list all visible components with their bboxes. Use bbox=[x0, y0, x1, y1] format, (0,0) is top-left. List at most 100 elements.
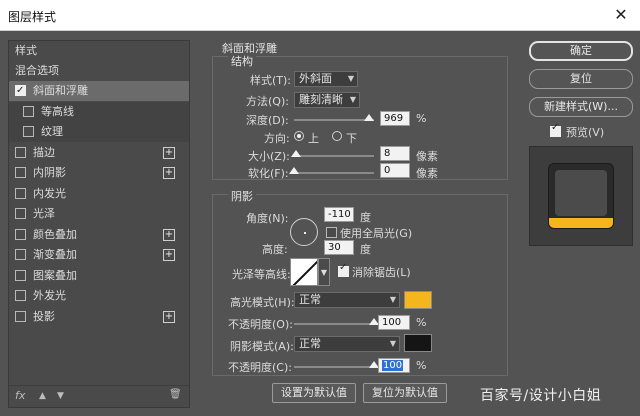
style-item-checkbox[interactable] bbox=[15, 310, 26, 322]
depth-slider[interactable] bbox=[294, 114, 375, 121]
style-item[interactable]: 内阴影 + bbox=[9, 163, 189, 183]
preview-checkbox[interactable] bbox=[550, 122, 561, 137]
close-icon[interactable]: ✕ bbox=[612, 6, 630, 24]
style-item-label: 内发光 bbox=[33, 186, 66, 200]
highlight-mode-select[interactable]: 正常 ▼ bbox=[294, 292, 400, 308]
add-effect-icon[interactable]: + bbox=[163, 146, 175, 159]
chevron-down-icon: ▼ bbox=[389, 339, 396, 348]
size-slider-knob[interactable] bbox=[291, 150, 302, 157]
style-item[interactable]: 颜色叠加 + bbox=[9, 225, 189, 245]
preview-tile bbox=[548, 163, 614, 229]
style-item[interactable]: 斜面和浮雕 bbox=[9, 81, 189, 101]
soften-slider-knob[interactable] bbox=[289, 167, 299, 174]
style-item-label: 描边 bbox=[33, 145, 55, 159]
style-item-checkbox[interactable] bbox=[23, 105, 34, 117]
gloss-contour-preview[interactable] bbox=[290, 258, 318, 286]
altitude-input-value: 30 bbox=[328, 242, 341, 253]
add-effect-icon[interactable]: + bbox=[163, 249, 175, 261]
preview-tile-face bbox=[555, 170, 607, 216]
style-preview bbox=[529, 146, 633, 246]
style-item-checkbox[interactable] bbox=[15, 290, 26, 301]
preview-tile-edge bbox=[549, 218, 613, 228]
style-item-checkbox[interactable] bbox=[15, 81, 26, 101]
window-title: 图层样式 bbox=[8, 10, 57, 24]
direction-down-radio[interactable] bbox=[332, 131, 342, 141]
shadow-opacity-input[interactable]: 100 bbox=[378, 358, 410, 373]
style-item-label: 光泽 bbox=[33, 207, 55, 220]
shadow-opacity-slider[interactable] bbox=[294, 361, 379, 368]
gloss-contour-label: 光泽等高线: bbox=[232, 268, 291, 281]
add-effect-icon[interactable]: + bbox=[163, 310, 175, 323]
direction-down-label: 下 bbox=[346, 132, 357, 145]
soften-label: 软化(F): bbox=[248, 167, 289, 180]
ok-button[interactable]: 确定 bbox=[529, 41, 633, 61]
style-item[interactable]: 纹理 bbox=[9, 122, 189, 142]
highlight-opacity-input[interactable]: 100 bbox=[378, 315, 410, 330]
move-down-icon[interactable]: ▼ bbox=[57, 391, 64, 401]
direction-up-radio[interactable] bbox=[294, 131, 304, 141]
set-default-button[interactable]: 设置为默认值 bbox=[272, 383, 356, 403]
depth-input[interactable]: 969 bbox=[380, 111, 410, 126]
chevron-down-icon: ▼ bbox=[349, 95, 356, 104]
altitude-unit: 度 bbox=[360, 243, 371, 256]
style-item[interactable]: 图案叠加 bbox=[9, 266, 189, 286]
style-item-label: 颜色叠加 bbox=[33, 227, 77, 241]
move-up-icon[interactable]: ▲ bbox=[39, 391, 46, 401]
styles-footer: fx ▲ ▼ 🗑 bbox=[9, 385, 189, 407]
depth-label: 深度(D): bbox=[246, 114, 289, 127]
style-item-checkbox[interactable] bbox=[15, 228, 26, 240]
shadow-opacity-label: 不透明度(C): bbox=[228, 361, 292, 374]
new-style-button[interactable]: 新建样式(W)... bbox=[529, 97, 633, 117]
style-item-checkbox[interactable] bbox=[15, 146, 26, 158]
add-effect-icon[interactable]: + bbox=[163, 228, 175, 241]
trash-icon[interactable]: 🗑 bbox=[169, 389, 182, 400]
fx-icon[interactable]: fx bbox=[15, 389, 25, 402]
antialias-label: 消除锯齿(L) bbox=[352, 266, 411, 279]
shadow-mode-select[interactable]: 正常 ▼ bbox=[294, 336, 400, 352]
style-item-label: 等高线 bbox=[41, 104, 74, 118]
highlight-color-swatch[interactable] bbox=[404, 291, 432, 309]
angle-dial[interactable] bbox=[290, 218, 318, 246]
blend-options-item[interactable]: 混合选项 bbox=[9, 61, 189, 81]
style-item[interactable]: 等高线 bbox=[9, 101, 189, 122]
soften-slider[interactable] bbox=[289, 167, 374, 174]
size-slider[interactable] bbox=[291, 150, 374, 157]
style-item-checkbox[interactable] bbox=[15, 208, 26, 219]
angle-unit: 度 bbox=[360, 211, 371, 224]
soften-input[interactable]: 0 bbox=[380, 163, 410, 178]
shadow-opacity-unit: % bbox=[416, 359, 427, 372]
style-item[interactable]: 外发光 bbox=[9, 286, 189, 306]
style-item[interactable]: 渐变叠加 + bbox=[9, 245, 189, 265]
shadow-opacity-value: 100 bbox=[382, 360, 404, 371]
style-select[interactable]: 外斜面 ▼ bbox=[294, 71, 358, 87]
shading-title: 阴影 bbox=[228, 188, 256, 204]
gloss-contour-dropdown[interactable]: ▼ bbox=[318, 258, 330, 286]
style-item-checkbox[interactable] bbox=[15, 249, 26, 260]
angle-input[interactable]: -110 bbox=[324, 207, 354, 222]
add-effect-icon[interactable]: + bbox=[163, 167, 175, 179]
style-item-checkbox[interactable] bbox=[15, 187, 26, 199]
style-item-checkbox[interactable] bbox=[23, 126, 34, 137]
chevron-down-icon: ▼ bbox=[347, 74, 354, 83]
size-input[interactable]: 8 bbox=[380, 146, 410, 161]
reset-default-button[interactable]: 复位为默认值 bbox=[363, 383, 447, 403]
style-item[interactable]: 描边 + bbox=[9, 143, 189, 163]
depth-slider-knob[interactable] bbox=[364, 114, 375, 121]
style-item-checkbox[interactable] bbox=[15, 269, 26, 281]
style-item[interactable]: 投影 + bbox=[9, 307, 189, 327]
altitude-input[interactable]: 30 bbox=[324, 240, 354, 255]
global-light-checkbox[interactable] bbox=[326, 227, 337, 238]
antialias-checkbox[interactable] bbox=[338, 262, 349, 277]
reset-button[interactable]: 复位 bbox=[529, 69, 633, 89]
method-select[interactable]: 雕刻清晰 ▼ bbox=[294, 92, 360, 108]
style-item[interactable]: 光泽 bbox=[9, 204, 189, 224]
shadow-mode-value: 正常 bbox=[299, 337, 321, 350]
size-unit: 像素 bbox=[416, 150, 438, 163]
highlight-opacity-slider[interactable] bbox=[294, 318, 379, 325]
style-item[interactable]: 内发光 bbox=[9, 184, 189, 204]
angle-label: 角度(N): bbox=[246, 212, 289, 225]
shadow-color-swatch[interactable] bbox=[404, 334, 432, 352]
style-item-checkbox[interactable] bbox=[15, 167, 26, 178]
styles-list: 样式 混合选项 斜面和浮雕等高线纹理描边 + 内阴影 + 内发光光泽颜色叠加 + 渐变叠加 +… bbox=[8, 40, 190, 408]
altitude-label: 高度: bbox=[262, 243, 288, 256]
